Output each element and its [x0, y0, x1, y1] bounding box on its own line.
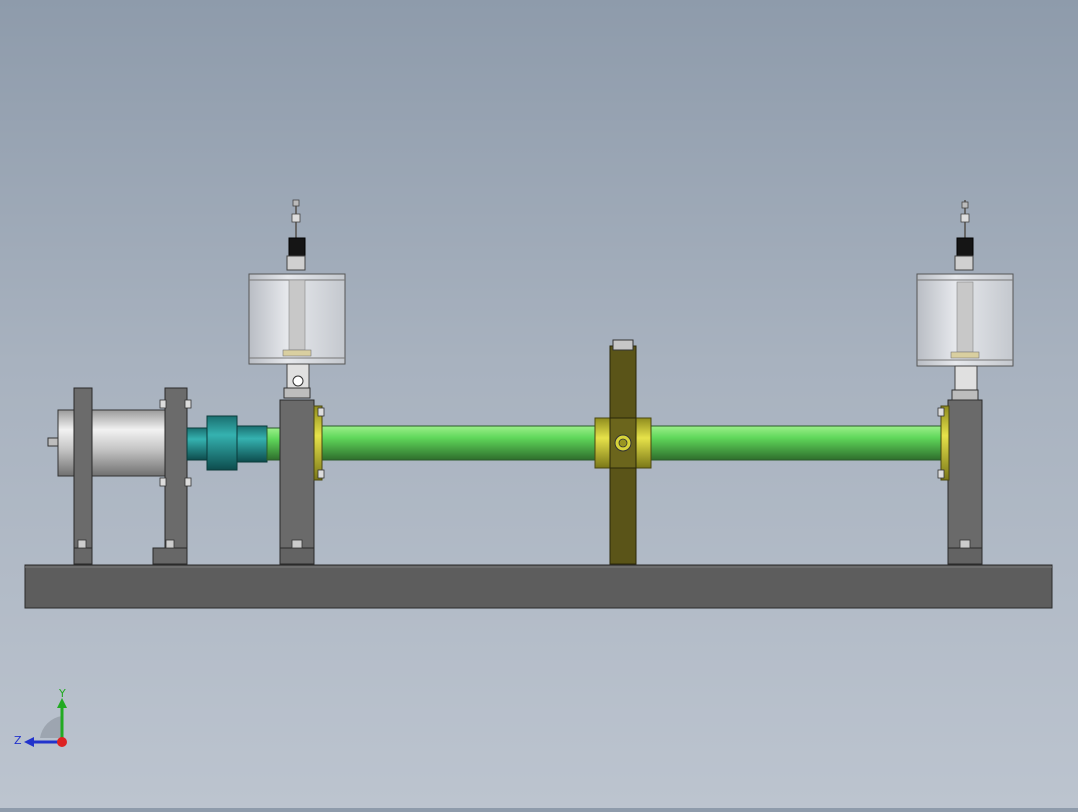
shaft-coupling — [186, 415, 282, 471]
triad-z-arrow-icon — [24, 737, 34, 747]
right-bearing-pedestal — [937, 399, 983, 565]
triad-z-label: Z — [14, 734, 22, 747]
base-beam — [24, 564, 1053, 609]
axis-triad: Y Z — [14, 687, 67, 747]
rotor-disk-support — [594, 339, 652, 565]
triad-arc — [40, 716, 62, 738]
rotor-test-rig-model — [24, 199, 1053, 609]
triad-x-axis-dot — [57, 737, 67, 747]
triad-y-label: Y — [58, 687, 66, 700]
cad-viewport[interactable]: Y Z — [0, 0, 1078, 808]
motor — [47, 387, 192, 565]
left-bearing-pedestal — [279, 399, 325, 565]
right-oil-cup — [916, 200, 1014, 401]
left-oil-cup — [248, 199, 346, 399]
